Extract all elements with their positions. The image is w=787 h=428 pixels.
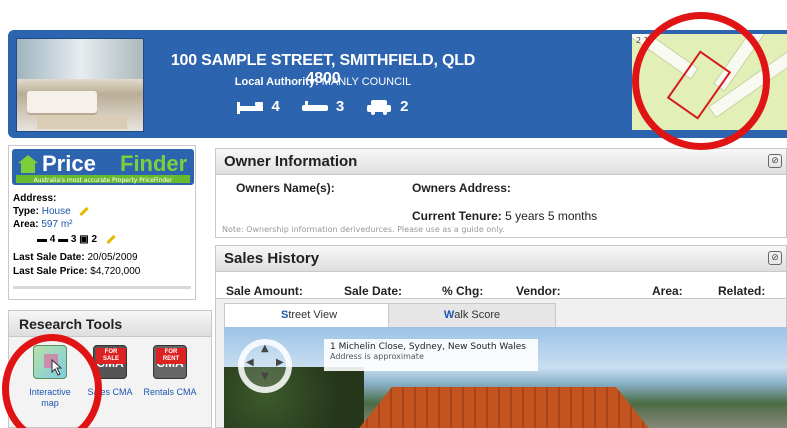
owner-information-title: Owner Information [216, 149, 786, 175]
car-icon [367, 99, 392, 115]
sales-cma-icon[interactable]: FOR SALE CMA [93, 345, 127, 379]
interactive-map-label[interactable]: Interactive map [21, 387, 79, 409]
cars-count: 2 [400, 98, 409, 115]
street-view-navigation-control[interactable]: ▲ ▼ ◀ ▶ [238, 339, 292, 393]
app-root: 100 SAMPLE STREET, SMITHFIELD, QLD 4800 … [0, 0, 787, 428]
local-authority-label: Local Authority: [234, 76, 319, 88]
local-authority: Local Authority: MANLY COUNCIL [158, 76, 488, 88]
rentals-cma-tool[interactable]: FOR RENT CMA Rentals CMA [141, 345, 199, 398]
pf-last-sale-date-row: Last Sale Date: 20/05/2009 [13, 252, 138, 263]
sales-history-title: Sales History [216, 246, 786, 272]
bed-icon [237, 101, 264, 114]
pf-area-row: Area: 597 m² [13, 219, 72, 230]
pan-down-icon[interactable]: ▼ [261, 371, 269, 382]
research-tools-title: Research Tools [9, 311, 211, 337]
pan-left-icon[interactable]: ◀ [246, 357, 254, 368]
pf-address-row: Address: [13, 193, 56, 204]
col-sale-date[interactable]: Sale Date: [344, 284, 402, 298]
pf-last-sale-price-row: Last Sale Price: $4,720,000 [13, 266, 140, 277]
street-view-approx: Address is approximate [330, 352, 424, 361]
bathrooms-feature: 3 [301, 98, 345, 115]
owner-information-panel: Owner Information ⊘ Owners Name(s): Owne… [215, 148, 787, 238]
type-label: Type: [13, 206, 39, 217]
owners-name-label: Owners Name(s): [236, 181, 335, 195]
pf-features-row: ▬ 4 ▬ 3 ▣ 2 [37, 234, 116, 245]
pan-up-icon[interactable]: ▲ [261, 343, 269, 354]
interactive-map-icon[interactable] [33, 345, 67, 379]
type-value: House [41, 206, 71, 217]
ownership-note: Note: Ownership information derivedurces… [222, 225, 505, 234]
tab-walk-score-initial: W [443, 309, 455, 321]
current-tenure: Current Tenure: 5 years 5 months [412, 209, 597, 223]
bed-icon: ▬ [37, 234, 47, 245]
sales-cma-tool[interactable]: FOR SALE CMA Sales CMA [81, 345, 139, 398]
house-icon [18, 155, 38, 173]
edit-pencil-icon[interactable] [106, 234, 116, 244]
current-tenure-label: Current Tenure: [412, 209, 502, 223]
expand-icon[interactable]: ⊘ [768, 251, 782, 265]
pf-baths: 3 [70, 234, 77, 245]
for-sale-tag: FOR SALE [96, 348, 126, 364]
last-sale-date-value: 20/05/2009 [87, 252, 138, 263]
house-roof [344, 387, 664, 428]
street-view-section: Street View Walk Score ▲ ▼ ◀ ▶ 1 Micheli… [215, 298, 787, 428]
tab-street-view[interactable]: Street View [224, 303, 394, 327]
expand-icon[interactable]: ⊘ [768, 154, 782, 168]
logo-tagline: Australia's most accurate Property Price… [33, 177, 173, 184]
pricefinder-logo: Price Finder Australia's most accurate P… [12, 149, 194, 185]
for-rent-tag: FOR RENT [156, 348, 186, 364]
last-sale-price-value: $4,720,000 [90, 266, 141, 277]
col-vendor[interactable]: Vendor: [516, 284, 561, 298]
current-tenure-value: 5 years 5 months [505, 209, 598, 223]
bedrooms-count: 4 [271, 98, 280, 115]
pan-right-icon[interactable]: ▶ [276, 357, 284, 368]
tab-street-view-label: treet View [288, 309, 338, 321]
last-sale-price-label: Last Sale Price: [13, 266, 88, 277]
car-icon: ▣ [79, 234, 89, 245]
research-tools-panel: Research Tools Interactive map FOR SALE … [8, 310, 212, 428]
bath-icon [301, 100, 328, 111]
property-features: 4 3 2 [158, 98, 488, 115]
area-value: 597 m² [41, 219, 73, 230]
pf-type-row: Type: House [13, 206, 90, 217]
bathrooms-count: 3 [335, 98, 345, 115]
sales-history-panel: Sales History ⊘ Sale Amount: Sale Date: … [215, 245, 787, 300]
pf-cars: 2 [91, 234, 98, 245]
rentals-cma-label[interactable]: Rentals CMA [141, 387, 199, 398]
col-related[interactable]: Related: [718, 284, 765, 298]
tab-walk-score-label: alk Score [454, 309, 501, 321]
property-map-thumbnail[interactable]: 2 14 [632, 34, 787, 130]
bath-icon: ▬ [58, 234, 69, 245]
bedrooms-feature: 4 [237, 98, 280, 115]
divider [13, 286, 191, 289]
map-scale: 2 14 [636, 36, 654, 45]
last-sale-date-label: Last Sale Date: [13, 252, 85, 263]
street-view-address-box: 1 Michelin Close, Sydney, New South Wale… [324, 339, 538, 371]
owners-address-label: Owners Address: [412, 181, 511, 195]
logo-price: Price [42, 151, 96, 176]
rentals-cma-icon[interactable]: FOR RENT CMA [153, 345, 187, 379]
pf-beds: 4 [49, 234, 56, 245]
logo-finder: Finder [120, 151, 188, 176]
interactive-map-tool[interactable]: Interactive map [21, 345, 79, 409]
property-photo[interactable] [16, 38, 144, 132]
street-view-address: 1 Michelin Close, Sydney, New South Wale… [330, 342, 526, 352]
address-label: Address: [13, 193, 57, 204]
property-header: 100 SAMPLE STREET, SMITHFIELD, QLD 4800 … [8, 30, 787, 138]
street-view-image[interactable]: ▲ ▼ ◀ ▶ 1 Michelin Close, Sydney, New So… [224, 327, 787, 428]
local-authority-value: MANLY COUNCIL [321, 76, 412, 88]
sales-cma-label[interactable]: Sales CMA [81, 387, 139, 398]
cars-feature: 2 [366, 98, 409, 115]
tab-walk-score[interactable]: Walk Score [388, 303, 556, 327]
edit-pencil-icon[interactable] [79, 206, 90, 216]
area-label: Area: [13, 219, 39, 230]
col-sale-amount[interactable]: Sale Amount: [226, 284, 303, 298]
col-area[interactable]: Area: [652, 284, 683, 298]
pricefinder-summary: Price Finder Australia's most accurate P… [8, 145, 196, 300]
col-pct-change[interactable]: % Chg: [442, 284, 483, 298]
